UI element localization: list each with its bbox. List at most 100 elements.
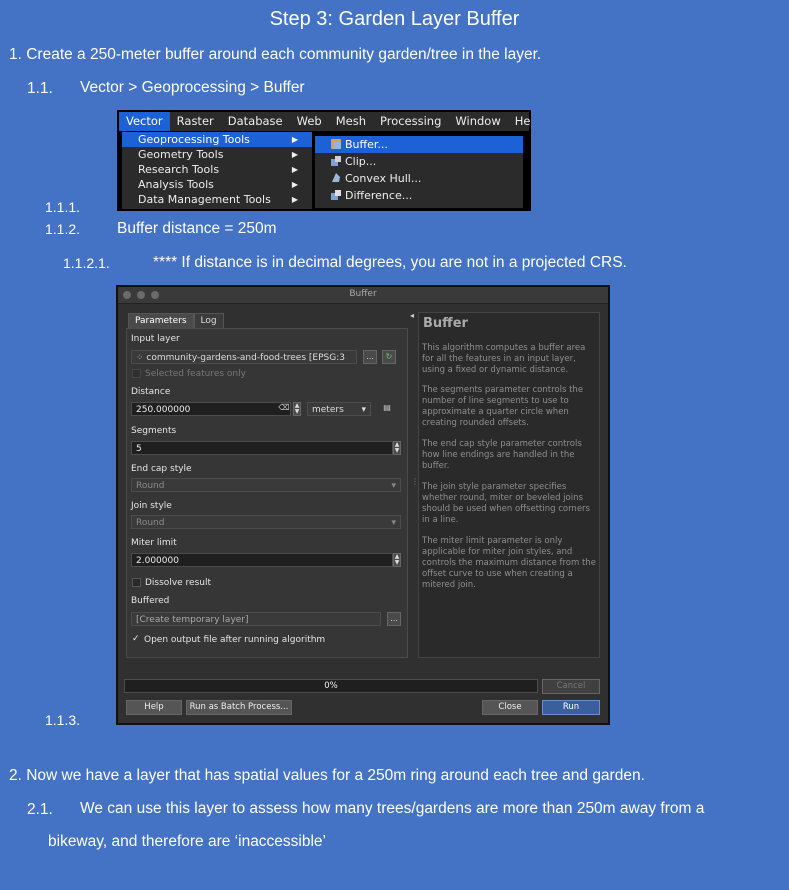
input-layer-browse-button[interactable]: ...	[363, 350, 377, 364]
end-cap-style-label: End cap style	[131, 464, 192, 474]
step-2-1-continued: bikeway, and therefore are ‘inaccessible…	[48, 833, 327, 850]
check-icon[interactable]: ✓	[132, 634, 140, 644]
menu-item-label: Analysis Tools	[138, 178, 214, 191]
dialog-title: Buffer	[349, 289, 377, 299]
step-1-1-2-1-number: 1.1.2.1.	[63, 255, 110, 271]
submenu-arrow-icon: ▶	[291, 180, 298, 189]
submenu-arrow-icon: ▶	[291, 165, 298, 174]
help-button[interactable]: Help	[126, 700, 182, 715]
menu-item-label: Geometry Tools	[138, 148, 224, 161]
buffered-output-field[interactable]: [Create temporary layer]	[131, 612, 381, 626]
menu-raster[interactable]: Raster	[170, 112, 221, 131]
vector-menu-screenshot: Vector Raster Database Web Mesh Processi…	[117, 110, 531, 211]
menu-database[interactable]: Database	[221, 112, 290, 131]
menu-item-buffer[interactable]: Buffer...	[315, 136, 523, 153]
buffered-label: Buffered	[131, 596, 170, 606]
menu-item-convex-hull[interactable]: Convex Hull...	[315, 170, 523, 187]
buffered-browse-button[interactable]: ...	[387, 612, 401, 626]
dialog-titlebar: Buffer	[118, 287, 608, 304]
menu-item-analysis-tools[interactable]: Analysis Tools ▶	[122, 177, 312, 192]
step-2-text: 2. Now we have a layer that has spatial …	[9, 767, 645, 784]
menu-web[interactable]: Web	[290, 112, 329, 131]
chevron-down-icon: ▾	[391, 518, 396, 528]
data-defined-override-icon[interactable]: ▤	[380, 402, 394, 416]
chevron-down-icon: ▾	[391, 481, 396, 491]
segments-spinner[interactable]: ▲ ▼	[393, 441, 401, 455]
distance-unit-select[interactable]: meters ▾	[307, 402, 371, 416]
selected-only-checkbox[interactable]	[132, 369, 141, 378]
collapse-panel-icon[interactable]: ◂	[410, 311, 414, 320]
menu-bar: Vector Raster Database Web Mesh Processi…	[119, 112, 531, 131]
segments-input[interactable]: 5	[131, 441, 393, 455]
step-1-1-3-number: 1.1.3.	[45, 712, 81, 728]
help-title: Buffer	[423, 316, 468, 331]
progress-bar: 0%	[124, 679, 538, 693]
join-style-label: Join style	[131, 501, 172, 511]
input-layer-value: community-gardens-and-food-trees [EPSG:3	[146, 353, 345, 363]
menu-item-geometry-tools[interactable]: Geometry Tools ▶	[122, 147, 312, 162]
step-1-1-2-1-text: **** If distance is in decimal degrees, …	[153, 254, 627, 271]
distance-spinner[interactable]: ▲ ▼	[293, 402, 301, 416]
distance-input[interactable]: 250.000000	[131, 402, 291, 416]
menu-window[interactable]: Window	[448, 112, 507, 131]
geoprocessing-submenu: Buffer... Clip... Convex Hull... Differe…	[315, 136, 523, 208]
iterate-icon[interactable]: ↻	[382, 350, 396, 364]
help-paragraph: The segments parameter controls the numb…	[422, 385, 584, 428]
join-style-select[interactable]: Round ▾	[131, 515, 401, 529]
menu-item-difference[interactable]: Difference...	[315, 187, 523, 204]
run-button[interactable]: Run	[542, 700, 600, 715]
menu-item-data-management-tools[interactable]: Data Management Tools ▶	[122, 192, 312, 207]
step-2-1-text: We can use this layer to assess how many…	[80, 800, 705, 817]
menu-item-clip[interactable]: Clip...	[315, 153, 523, 170]
menu-item-label: Geoprocessing Tools	[138, 133, 250, 146]
submenu-arrow-icon: ▶	[291, 195, 298, 204]
convex-hull-icon	[332, 173, 340, 182]
help-paragraph: The end cap style parameter controls how…	[422, 439, 582, 471]
point-layer-icon: ⁘	[136, 353, 147, 363]
step-1-1-text: Vector > Geoprocessing > Buffer	[80, 79, 305, 96]
cancel-button[interactable]: Cancel	[542, 679, 600, 694]
buffer-dialog-screenshot: Buffer Parameters Log Input layer ⁘ comm…	[116, 285, 610, 725]
end-cap-style-value: Round	[136, 481, 165, 491]
help-panel: Buffer This algorithm computes a buffer …	[418, 312, 600, 658]
step-1-1-2-number: 1.1.2.	[45, 221, 81, 237]
run-as-batch-button[interactable]: Run as Batch Process...	[186, 700, 292, 715]
join-style-value: Round	[136, 518, 165, 528]
dissolve-label: Dissolve result	[145, 578, 212, 588]
menu-processing[interactable]: Processing	[373, 112, 448, 131]
menu-vector[interactable]: Vector	[119, 112, 170, 131]
close-button[interactable]: Close	[482, 700, 538, 715]
vector-dropdown: Geoprocessing Tools ▶ Geometry Tools ▶ Res…	[122, 132, 312, 209]
menu-help[interactable]: Help	[508, 112, 531, 131]
parameters-panel: Input layer ⁘ community-gardens-and-food…	[126, 328, 408, 658]
step-1-1-2-text: Buffer distance = 250m	[117, 220, 277, 237]
menu-item-label: Research Tools	[138, 163, 220, 176]
menu-item-label: Difference...	[345, 189, 413, 202]
chevron-down-icon: ▾	[361, 405, 366, 415]
end-cap-style-select[interactable]: Round ▾	[131, 478, 401, 492]
selected-only-label: Selected features only	[145, 369, 246, 379]
menu-item-label: Convex Hull...	[345, 172, 422, 185]
menu-item-label: Data Management Tools	[138, 193, 271, 206]
menu-item-geoprocessing-tools[interactable]: Geoprocessing Tools ▶	[122, 132, 312, 147]
help-paragraph: This algorithm computes a buffer area fo…	[422, 343, 586, 375]
difference-icon	[331, 190, 341, 200]
miter-limit-spinner[interactable]: ▲ ▼	[393, 553, 401, 567]
clear-field-icon[interactable]: ⌫	[277, 402, 291, 416]
input-layer-select[interactable]: ⁘ community-gardens-and-food-trees [EPSG…	[131, 350, 357, 364]
menu-mesh[interactable]: Mesh	[329, 112, 373, 131]
slide-title: Step 3: Garden Layer Buffer	[269, 8, 520, 30]
menu-item-label: Buffer...	[345, 138, 388, 151]
dissolve-checkbox[interactable]	[132, 578, 141, 587]
miter-limit-label: Miter limit	[131, 538, 177, 548]
help-paragraph: The join style parameter specifies wheth…	[422, 482, 590, 525]
step-2-1-number: 2.1.	[27, 801, 53, 818]
step-1-1-1-number: 1.1.1.	[45, 199, 81, 215]
menu-item-research-tools[interactable]: Research Tools ▶	[122, 162, 312, 177]
open-output-label: Open output file after running algorithm	[144, 635, 326, 645]
submenu-arrow-icon: ▶	[291, 135, 298, 144]
help-paragraph: The miter limit parameter is only applic…	[422, 536, 596, 590]
segments-label: Segments	[131, 426, 177, 436]
miter-limit-input[interactable]: 2.000000	[131, 553, 393, 567]
clip-icon	[331, 156, 341, 166]
